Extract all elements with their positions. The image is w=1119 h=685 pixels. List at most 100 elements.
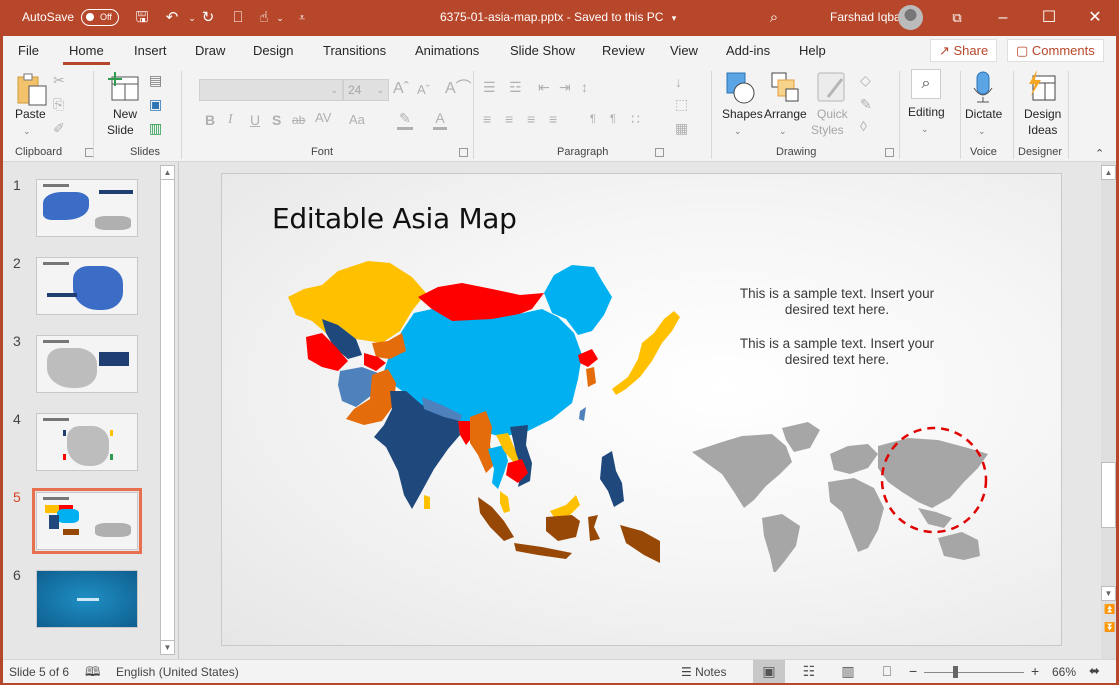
spelling-check-icon[interactable]: 🕮 <box>85 663 100 685</box>
italic-button[interactable]: I <box>228 111 233 129</box>
font-color-icon[interactable]: A <box>433 109 447 130</box>
language-indicator[interactable]: English (United States) <box>116 665 239 679</box>
line-spacing-icon[interactable]: ↕ <box>581 78 588 96</box>
previous-slide-icon[interactable]: ⏫ <box>1104 604 1115 615</box>
tab-transitions[interactable]: Transitions <box>323 43 386 58</box>
touch-dropdown-icon[interactable]: ⌄ <box>270 8 290 28</box>
tab-draw[interactable]: Draw <box>195 43 225 58</box>
tab-review[interactable]: Review <box>602 43 645 58</box>
tab-home[interactable]: Home <box>63 43 110 65</box>
format-painter-icon[interactable]: ✐ <box>53 119 65 137</box>
font-name-combo[interactable]: ⌄ <box>199 79 343 101</box>
next-slide-icon[interactable]: ⏬ <box>1104 622 1115 633</box>
tab-file[interactable]: File <box>18 43 39 58</box>
justify-icon[interactable]: ≡ <box>549 110 557 128</box>
slide-thumbnail-6[interactable] <box>36 570 138 628</box>
copy-icon[interactable]: ⎘ <box>53 95 64 113</box>
scroll-up-icon[interactable]: ▲ <box>1101 165 1116 180</box>
tab-insert[interactable]: Insert <box>134 43 167 58</box>
share-button[interactable]: ↗ Share <box>930 39 998 62</box>
slide-scrollbar[interactable]: ▲ ▼ ⏫ ⏬ <box>1101 162 1116 659</box>
zoom-slider-thumb[interactable] <box>953 666 959 678</box>
minimize-button[interactable]: – <box>980 0 1026 36</box>
customize-qat-icon[interactable]: ⩡ <box>292 8 312 28</box>
rtl-icon[interactable]: ¶ <box>610 110 616 128</box>
ltr-icon[interactable]: ¶ <box>590 110 596 128</box>
highlight-color-icon[interactable]: ✎ <box>397 109 413 130</box>
tab-animations[interactable]: Animations <box>415 43 479 58</box>
reading-view-button[interactable]: ▥ <box>832 660 864 683</box>
thumbnails-scrollbar[interactable]: ▲ ▼ <box>160 165 175 655</box>
text-direction-icon[interactable]: ↓ <box>675 73 682 91</box>
shape-outline-icon[interactable]: ✎ <box>860 95 872 113</box>
tab-slide-show[interactable]: Slide Show <box>510 43 575 58</box>
font-size-combo[interactable]: 24 ⌄ <box>343 79 389 101</box>
increase-font-size-icon[interactable]: Aˆ <box>393 80 409 98</box>
clear-formatting-icon[interactable]: A⌒ <box>445 80 472 98</box>
text-shadow-button[interactable]: S <box>272 111 281 129</box>
autosave-toggle[interactable]: Off <box>81 9 119 26</box>
tab-view[interactable]: View <box>670 43 698 58</box>
fit-to-window-icon[interactable]: ⬌ <box>1089 663 1100 679</box>
world-map[interactable] <box>682 412 1002 572</box>
normal-view-button[interactable]: ▣ <box>753 660 785 683</box>
notes-button[interactable]: ☰ Notes <box>681 665 726 679</box>
save-icon[interactable]: 🖫 <box>132 8 152 28</box>
slide-thumbnail-5[interactable] <box>32 488 142 554</box>
tab-help[interactable]: Help <box>799 43 826 58</box>
paragraph-launcher-icon[interactable] <box>655 148 664 157</box>
collapse-ribbon-icon[interactable]: ⌃ <box>1095 145 1104 163</box>
bullets-icon[interactable]: ☰ <box>483 78 496 96</box>
zoom-level[interactable]: 66% <box>1052 665 1076 679</box>
smartart-icon[interactable]: ▦ <box>675 119 688 137</box>
align-center-icon[interactable]: ≡ <box>505 110 513 128</box>
document-title[interactable]: 6375-01-asia-map.pptx - Saved to this PC <box>440 10 663 24</box>
pane-divider[interactable] <box>178 162 179 659</box>
title-dropdown-icon[interactable]: ▾ <box>664 8 684 28</box>
columns-icon[interactable]: ∷ <box>631 110 640 128</box>
undo-icon[interactable]: ↶ <box>162 8 182 28</box>
strikethrough-button[interactable]: ab <box>292 111 305 129</box>
shape-effects-icon[interactable]: ◊ <box>860 117 867 135</box>
sample-text-1[interactable]: This is a sample text. Insert your desir… <box>727 286 947 318</box>
slide-show-button[interactable]: ⎕ <box>871 660 903 683</box>
bold-button[interactable]: B <box>205 111 215 129</box>
character-spacing-button[interactable]: AV <box>315 109 331 127</box>
shape-fill-icon[interactable]: ◇ <box>860 71 871 89</box>
asia-map[interactable] <box>282 259 702 589</box>
zoom-out-button[interactable]: − <box>909 663 917 679</box>
slide-thumbnail-4[interactable] <box>36 413 138 471</box>
tab-design[interactable]: Design <box>253 43 293 58</box>
search-icon[interactable]: ⌕ <box>764 8 784 28</box>
align-left-icon[interactable]: ≡ <box>483 110 491 128</box>
slide-title[interactable]: Editable Asia Map <box>272 202 517 235</box>
section-icon[interactable]: ▥ <box>149 119 162 137</box>
slide-canvas[interactable]: Editable Asia Map This is a sample text.… <box>221 173 1062 646</box>
maximize-button[interactable]: ☐ <box>1026 0 1072 36</box>
scroll-down-icon[interactable]: ▼ <box>160 640 175 655</box>
user-name[interactable]: Farshad Iqbal <box>830 10 903 24</box>
zoom-in-button[interactable]: + <box>1031 663 1039 679</box>
numbering-icon[interactable]: ☲ <box>509 78 522 96</box>
increase-indent-icon[interactable]: ⇥ <box>559 78 571 96</box>
change-case-button[interactable]: Aa <box>349 111 365 129</box>
cut-icon[interactable]: ✂ <box>53 71 65 89</box>
close-button[interactable]: ✕ <box>1072 0 1118 36</box>
tab-add-ins[interactable]: Add-ins <box>726 43 770 58</box>
scrollbar-thumb[interactable] <box>1101 462 1116 528</box>
avatar[interactable] <box>898 5 923 30</box>
align-right-icon[interactable]: ≡ <box>527 110 535 128</box>
comments-button[interactable]: ▢ Comments <box>1007 39 1104 62</box>
slide-thumbnail-3[interactable] <box>36 335 138 393</box>
align-text-icon[interactable]: ⬚ <box>675 95 688 113</box>
scroll-up-icon[interactable]: ▲ <box>160 165 175 180</box>
decrease-indent-icon[interactable]: ⇤ <box>538 78 550 96</box>
zoom-slider[interactable] <box>924 666 1024 678</box>
ribbon-display-options-icon[interactable]: ⧉ <box>934 0 980 36</box>
underline-button[interactable]: U <box>250 111 260 129</box>
decrease-font-size-icon[interactable]: Aˇ <box>417 81 430 99</box>
slide-thumbnail-2[interactable] <box>36 257 138 315</box>
sample-text-2[interactable]: This is a sample text. Insert your desir… <box>727 336 947 368</box>
slide-sorter-button[interactable]: ☷ <box>793 660 825 683</box>
scroll-down-icon[interactable]: ▼ <box>1101 586 1116 601</box>
